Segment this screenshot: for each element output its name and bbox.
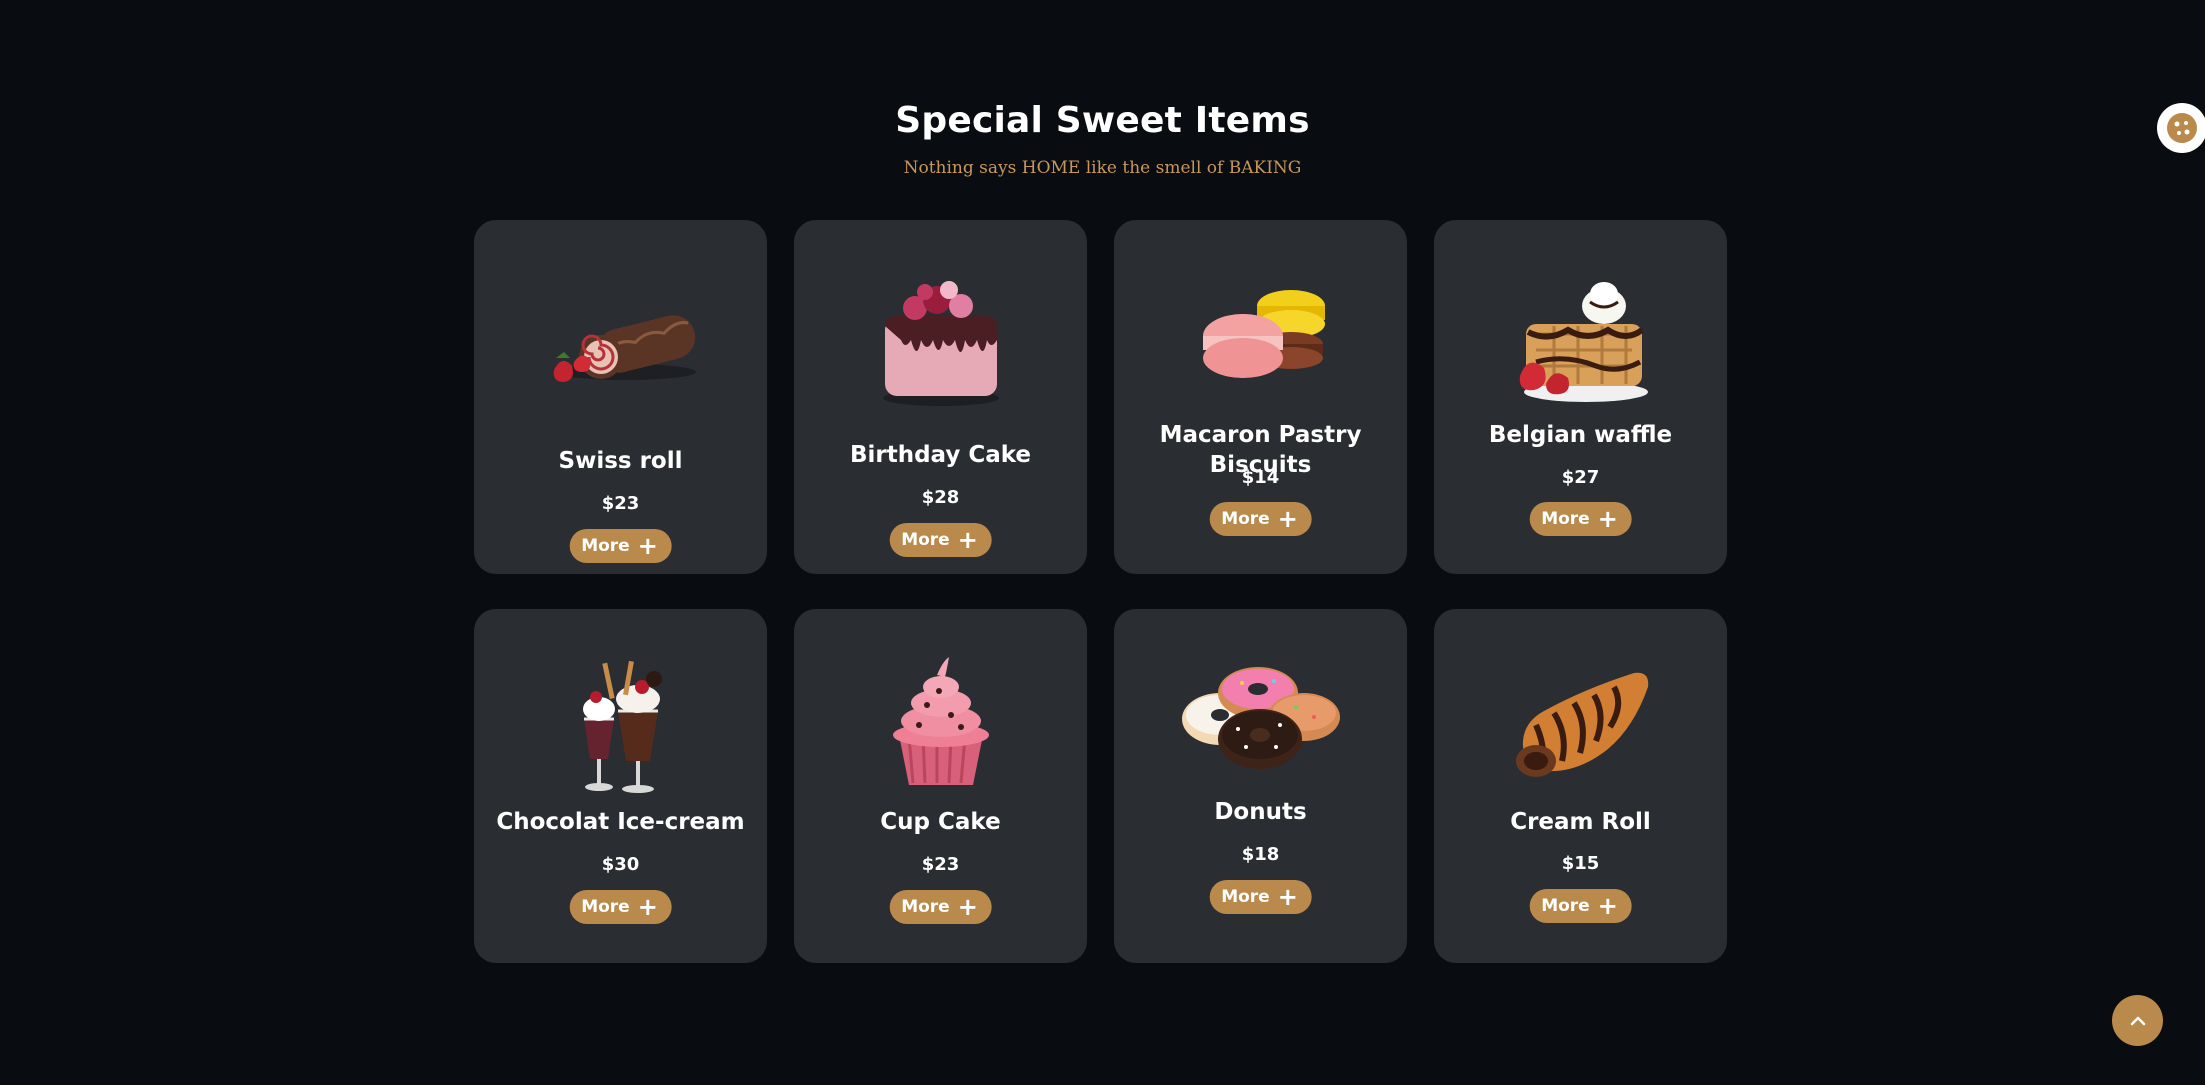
plus-icon: + (637, 893, 658, 921)
more-button[interactable]: More + (569, 890, 672, 924)
product-price: $23 (601, 493, 640, 514)
scroll-to-top-button[interactable] (2112, 995, 2163, 1046)
cookie-icon (2167, 113, 2197, 143)
product-name: Cup Cake (880, 809, 1001, 835)
product-price: $15 (1561, 853, 1600, 874)
plus-icon: + (1597, 505, 1618, 533)
product-card: Cup Cake $23 More + (794, 609, 1087, 963)
product-card: Cream Roll $15 More + (1434, 609, 1727, 963)
donuts-icon (1114, 659, 1407, 779)
more-label: More (581, 897, 630, 917)
product-price: $18 (1241, 844, 1280, 865)
cookie-settings-button[interactable] (2157, 103, 2205, 153)
product-name: Birthday Cake (849, 442, 1032, 468)
product-card: Belgian waffle $27 More + (1434, 220, 1727, 574)
plus-icon: + (1277, 883, 1298, 911)
product-name: Chocolat Ice-cream (496, 809, 745, 835)
product-price: $14 (1241, 467, 1280, 488)
product-card: Swiss roll $23 More + (474, 220, 767, 574)
product-name: Cream Roll (1510, 809, 1651, 835)
more-label: More (581, 536, 630, 556)
page-subtitle: Nothing says HOME like the smell of BAKI… (903, 158, 1302, 178)
birthday-cake-icon (794, 270, 1087, 410)
product-card: Chocolat Ice-cream $30 More + (474, 609, 767, 963)
product-card: Birthday Cake $28 More + (794, 220, 1087, 574)
more-label: More (901, 897, 950, 917)
plus-icon: + (637, 532, 658, 560)
cream-roll-icon (1434, 665, 1727, 790)
product-price: $27 (1561, 467, 1600, 488)
more-label: More (1541, 509, 1590, 529)
cupcake-icon (794, 655, 1087, 790)
swiss-roll-icon (474, 292, 767, 392)
more-label: More (1221, 887, 1270, 907)
more-button[interactable]: More + (1529, 889, 1632, 923)
product-name: Donuts (1214, 799, 1307, 825)
waffle-icon (1434, 272, 1727, 407)
more-label: More (1541, 896, 1590, 916)
page-title: Special Sweet Items (895, 100, 1310, 141)
more-label: More (1221, 509, 1270, 529)
product-price: $28 (921, 487, 960, 508)
product-card: Macaron Pastry Biscuits $14 More + (1114, 220, 1407, 574)
more-button[interactable]: More + (1529, 502, 1632, 536)
more-button[interactable]: More + (889, 523, 992, 557)
product-grid: Swiss roll $23 More + Birthday Cake $28 … (474, 220, 1727, 963)
macaron-icon (1114, 278, 1407, 388)
plus-icon: + (1277, 505, 1298, 533)
product-card: Donuts $18 More + (1114, 609, 1407, 963)
chevron-up-icon (2130, 1016, 2145, 1025)
product-price: $30 (601, 854, 640, 875)
plus-icon: + (1597, 892, 1618, 920)
more-button[interactable]: More + (1209, 502, 1312, 536)
section-header: Special Sweet Items Nothing says HOME li… (0, 95, 2205, 179)
product-name: Swiss roll (558, 448, 683, 474)
product-price: $23 (921, 854, 960, 875)
ice-cream-icon (474, 653, 767, 798)
more-label: More (901, 530, 950, 550)
more-button[interactable]: More + (1209, 880, 1312, 914)
product-name: Belgian waffle (1488, 422, 1673, 448)
plus-icon: + (957, 526, 978, 554)
plus-icon: + (957, 893, 978, 921)
more-button[interactable]: More + (569, 529, 672, 563)
more-button[interactable]: More + (889, 890, 992, 924)
